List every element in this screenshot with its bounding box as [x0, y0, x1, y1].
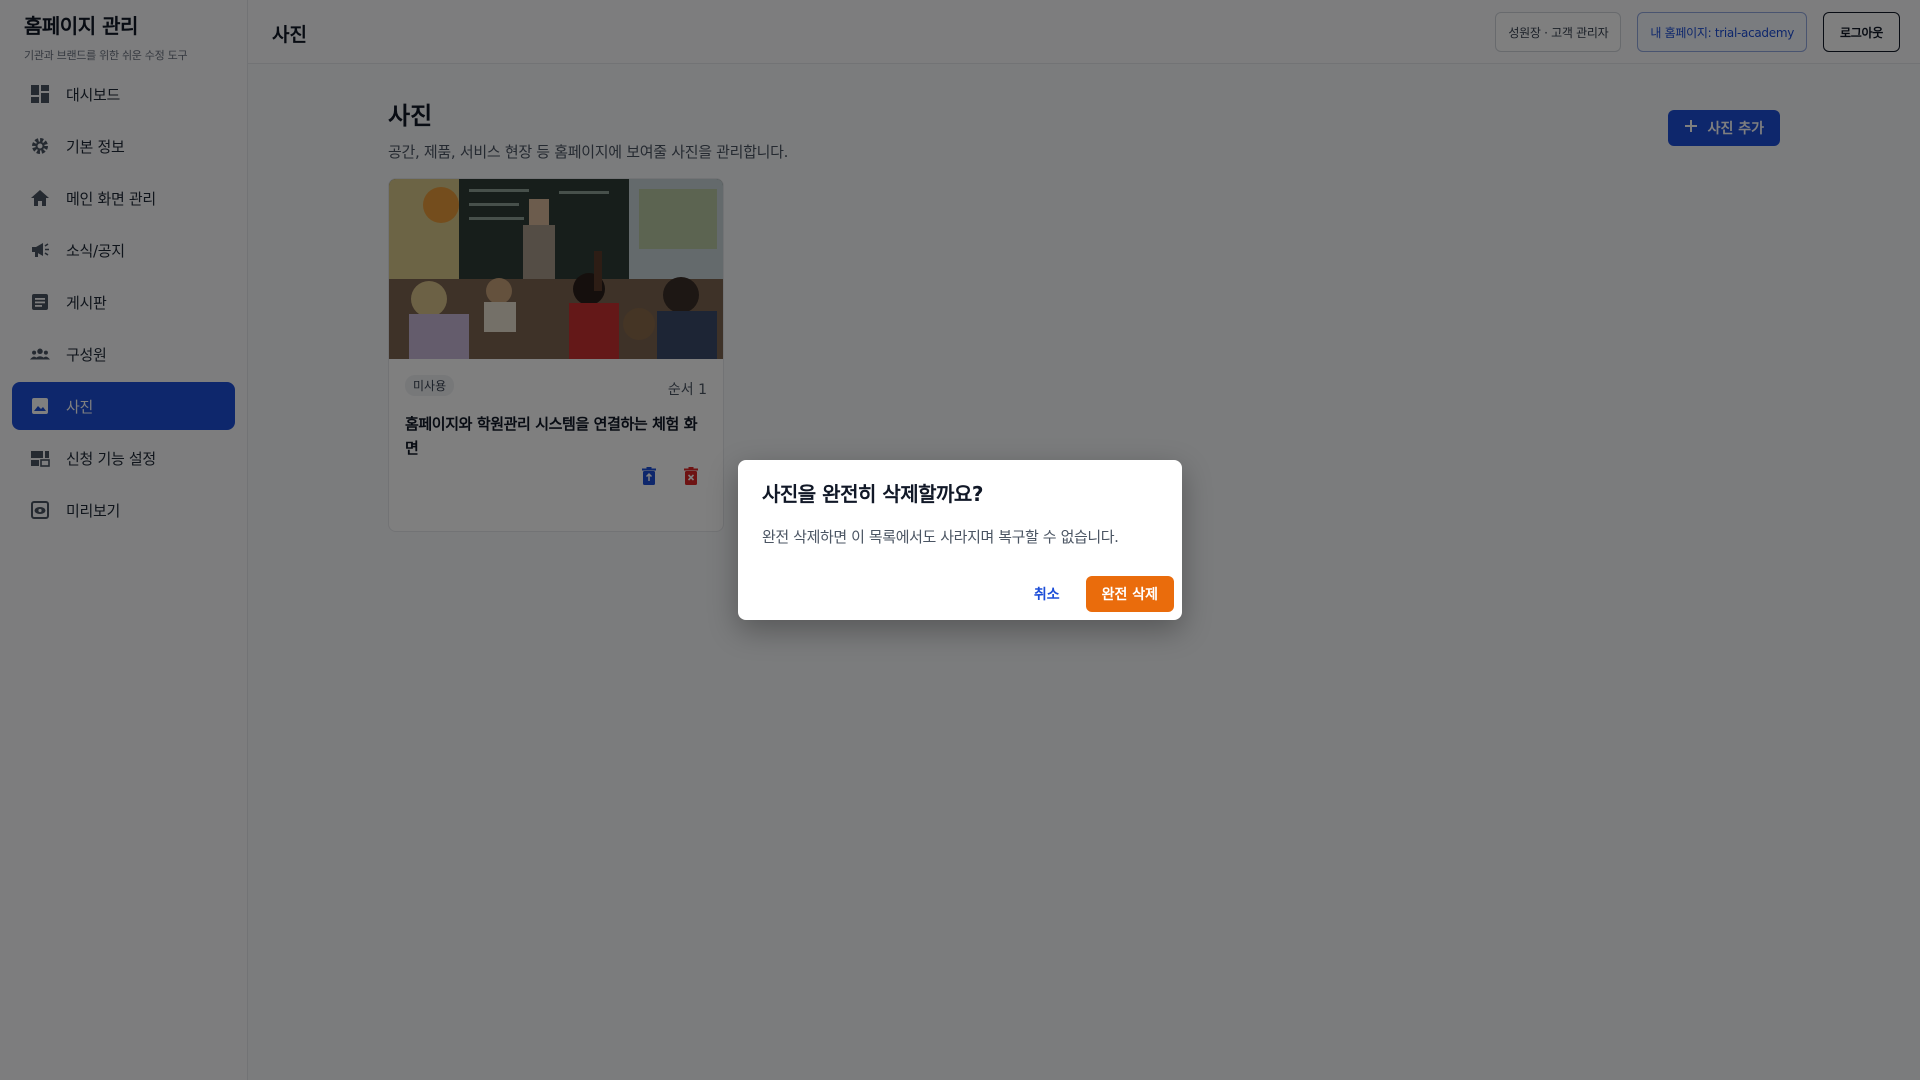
confirm-delete-button[interactable]: 완전 삭제	[1085, 576, 1174, 612]
delete-confirm-dialog: 사진을 완전히 삭제할까요? 완전 삭제하면 이 목록에서도 사라지며 복구할 …	[738, 460, 1182, 620]
dialog-actions: 취소 완전 삭제	[1022, 576, 1174, 612]
dialog-message: 완전 삭제하면 이 목록에서도 사라지며 복구할 수 없습니다.	[762, 528, 1119, 546]
dialog-title: 사진을 완전히 삭제할까요?	[762, 482, 983, 506]
cancel-button[interactable]: 취소	[1022, 576, 1072, 612]
